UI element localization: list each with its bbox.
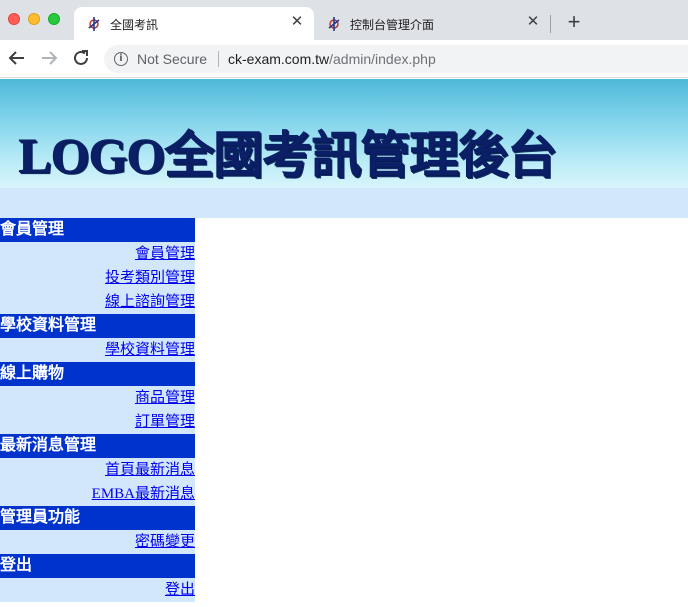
menu-item-emba-news: EMBA最新消息 bbox=[0, 482, 195, 506]
menu-item-member-management: 會員管理 bbox=[0, 242, 195, 266]
menu-header-shopping: 線上購物 bbox=[0, 362, 195, 386]
menu-item-products: 商品管理 bbox=[0, 386, 195, 410]
forward-arrow-icon[interactable] bbox=[38, 47, 60, 69]
link-exam-category[interactable]: 投考類別管理 bbox=[105, 270, 195, 286]
address-bar[interactable]: i Not Secure ck-exam.com.tw/admin/index.… bbox=[104, 45, 688, 73]
new-tab-button[interactable]: + bbox=[562, 11, 586, 35]
menu-item-exam-category: 投考類別管理 bbox=[0, 266, 195, 290]
close-tab-icon[interactable]: ✕ bbox=[524, 13, 542, 31]
url-text[interactable]: ck-exam.com.tw/admin/index.php bbox=[228, 51, 436, 67]
menu-header-news: 最新消息管理 bbox=[0, 434, 195, 458]
menu-item-change-password: 密碼變更 bbox=[0, 530, 195, 554]
link-logout[interactable]: 登出 bbox=[165, 582, 195, 598]
reload-icon[interactable] bbox=[70, 47, 92, 69]
tab-title: 全國考訊 bbox=[110, 18, 159, 32]
link-change-password[interactable]: 密碼變更 bbox=[135, 534, 195, 550]
tab-separator bbox=[550, 15, 551, 33]
menu-item-logout: 登出 bbox=[0, 578, 195, 602]
security-label[interactable]: Not Secure bbox=[137, 51, 207, 67]
site-title: LOGO全國考訊管理後台 bbox=[18, 127, 557, 183]
menu-header-admin: 管理員功能 bbox=[0, 506, 195, 530]
menu-item-home-news: 首頁最新消息 bbox=[0, 458, 195, 482]
browser-tab-bar: 全國考訊 ✕ 控制台管理介面 ✕ + bbox=[0, 0, 688, 40]
close-window-button[interactable] bbox=[8, 13, 20, 25]
menu-header-schools: 學校資料管理 bbox=[0, 314, 195, 338]
site-favicon-icon bbox=[328, 17, 340, 31]
tab-admin-console[interactable]: 控制台管理介面 ✕ bbox=[314, 7, 550, 40]
link-orders[interactable]: 訂單管理 bbox=[135, 414, 195, 430]
menu-item-school-data: 學校資料管理 bbox=[0, 338, 195, 362]
menu-item-orders: 訂單管理 bbox=[0, 410, 195, 434]
link-home-news[interactable]: 首頁最新消息 bbox=[105, 462, 195, 478]
link-school-data[interactable]: 學校資料管理 bbox=[105, 342, 195, 358]
link-emba-news[interactable]: EMBA最新消息 bbox=[92, 486, 195, 502]
sidebar-menu: 會員管理 會員管理 投考類別管理 線上諮詢管理 學校資料管理 學校資料管理 線上… bbox=[0, 218, 195, 602]
link-products[interactable]: 商品管理 bbox=[135, 390, 195, 406]
link-member-management[interactable]: 會員管理 bbox=[135, 246, 195, 262]
header-subbar bbox=[0, 188, 688, 218]
browser-toolbar: i Not Secure ck-exam.com.tw/admin/index.… bbox=[0, 40, 688, 78]
menu-header-members: 會員管理 bbox=[0, 218, 195, 242]
url-path: /admin/index.php bbox=[329, 51, 436, 67]
site-favicon-icon bbox=[88, 17, 100, 31]
menu-item-online-consult: 線上諮詢管理 bbox=[0, 290, 195, 314]
info-icon[interactable]: i bbox=[114, 52, 128, 66]
url-host: ck-exam.com.tw bbox=[228, 51, 330, 67]
close-tab-icon[interactable]: ✕ bbox=[288, 13, 306, 31]
minimize-window-button[interactable] bbox=[28, 13, 40, 25]
tab-exam-news[interactable]: 全國考訊 ✕ bbox=[74, 7, 314, 40]
back-arrow-icon[interactable] bbox=[6, 47, 28, 69]
header-banner: LOGO全國考訊管理後台 bbox=[0, 79, 688, 188]
zoom-window-button[interactable] bbox=[48, 13, 60, 25]
link-online-consult[interactable]: 線上諮詢管理 bbox=[105, 294, 195, 310]
address-separator bbox=[218, 51, 219, 67]
tab-title: 控制台管理介面 bbox=[350, 18, 435, 32]
menu-header-logout: 登出 bbox=[0, 554, 195, 578]
